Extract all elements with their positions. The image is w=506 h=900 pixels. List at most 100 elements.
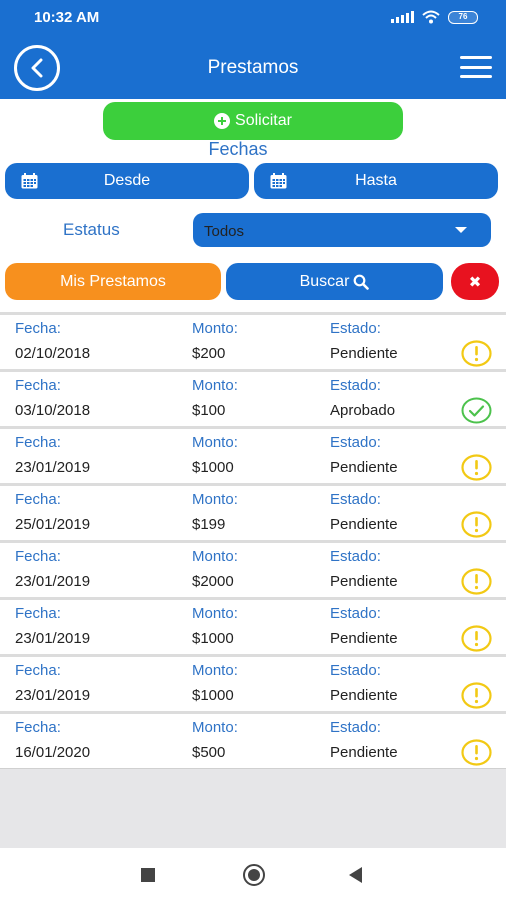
estado-label: Estado: [330,719,381,736]
estado-label: Estado: [330,491,381,508]
warning-icon [461,739,492,766]
warning-icon [461,340,492,367]
fecha-label: Fecha: [15,605,61,622]
status-bar: 10:32 AM 76 [0,0,506,36]
estado-value: Pendiente [330,459,398,476]
loan-row[interactable]: Fecha: Monto: Estado: 23/01/2019 $1000 Pendie… [0,426,506,483]
fecha-value: 16/01/2020 [15,744,91,761]
loan-row[interactable]: Fecha: Monto: Estado: 02/10/2018 $200 Pendien… [0,312,506,369]
monto-label: Monto: [192,491,238,508]
system-back-button[interactable] [349,867,362,883]
calendar-icon [270,173,287,189]
fecha-label: Fecha: [15,548,61,565]
signal-icon [391,11,414,23]
fecha-label: Fecha: [15,434,61,451]
solicitar-button[interactable]: Solicitar [103,102,403,140]
loan-list: Fecha: Monto: Estado: 02/10/2018 $200 Pendien… [0,312,506,768]
estado-value: Aprobado [330,402,396,419]
loan-row[interactable]: Fecha: Monto: Estado: 23/01/2019 $1000 Pendie… [0,654,506,711]
status-time: 10:32 AM [34,9,100,26]
monto-value: $1000 [192,459,234,476]
monto-label: Monto: [192,605,238,622]
home-button[interactable] [243,864,265,886]
monto-label: Monto: [192,548,238,565]
close-icon: ✖ [468,273,482,291]
check-icon [461,397,492,424]
warning-icon [461,511,492,538]
estado-value: Pendiente [330,516,398,533]
buscar-label: Buscar [299,272,350,290]
mis-prestamos-label: Mis Prestamos [60,272,166,290]
fecha-value: 23/01/2019 [15,687,91,704]
monto-label: Monto: [192,320,238,337]
hasta-label: Hasta [355,172,397,189]
battery-icon: 76 [448,10,478,24]
estado-value: Pendiente [330,573,398,590]
monto-value: $100 [192,402,226,419]
solicitar-label: Solicitar [235,112,292,129]
estado-label: Estado: [330,662,381,679]
warning-icon [461,568,492,595]
hamburger-icon-line [460,75,492,78]
desde-date-button[interactable]: Desde [5,163,249,199]
monto-value: $500 [192,744,226,761]
warning-icon [461,454,492,481]
clear-filter-button[interactable]: ✖ [451,263,499,300]
monto-value: $200 [192,345,226,362]
loan-row[interactable]: Fecha: Monto: Estado: 23/01/2019 $1000 Pendie… [0,597,506,654]
fecha-value: 25/01/2019 [15,516,91,533]
estatus-selected-value: Todos [204,223,245,240]
estado-label: Estado: [330,548,381,565]
fecha-label: Fecha: [15,377,61,394]
estado-label: Estado: [330,605,381,622]
mis-prestamos-button[interactable]: Mis Prestamos [5,263,221,300]
fecha-value: 23/01/2019 [15,573,91,590]
estado-label: Estado: [330,377,381,394]
estado-value: Pendiente [330,345,398,362]
fechas-heading: Fechas [208,139,268,159]
calendar-icon [21,173,38,189]
monto-value: $199 [192,516,226,533]
app-header: Prestamos [0,36,506,99]
estatus-label: Estatus [63,220,120,239]
loan-row[interactable]: Fecha: Monto: Estado: 25/01/2019 $199 Pendien… [0,483,506,540]
warning-icon [461,682,492,709]
buscar-button[interactable]: Buscar [226,263,443,300]
status-icons: 76 [391,10,478,24]
monto-label: Monto: [192,434,238,451]
page-title: Prestamos [207,57,299,78]
estatus-select[interactable]: Todos [193,213,491,247]
system-nav-bar [0,848,506,900]
loan-row[interactable]: Fecha: Monto: Estado: 23/01/2019 $2000 Pendie… [0,540,506,597]
empty-area [0,768,506,848]
estado-value: Pendiente [330,744,398,761]
menu-button[interactable] [460,56,492,78]
fecha-value: 23/01/2019 [15,630,91,647]
wifi-icon [422,10,440,24]
plus-circle-icon [214,113,231,129]
home-icon [248,869,260,881]
hasta-date-button[interactable]: Hasta [254,163,498,199]
monto-value: $2000 [192,573,234,590]
fecha-value: 23/01/2019 [15,459,91,476]
estado-value: Pendiente [330,687,398,704]
loan-row[interactable]: Fecha: Monto: Estado: 03/10/2018 $100 Aprobad… [0,369,506,426]
monto-label: Monto: [192,377,238,394]
caret-down-icon [455,227,467,233]
hamburger-icon-line [460,56,492,59]
fecha-label: Fecha: [15,320,61,337]
loan-row[interactable]: Fecha: Monto: Estado: 16/01/2020 $500 Pendien… [0,711,506,768]
fecha-label: Fecha: [15,662,61,679]
fecha-value: 03/10/2018 [15,402,91,419]
search-icon [353,274,370,290]
monto-label: Monto: [192,662,238,679]
monto-value: $1000 [192,687,234,704]
fecha-label: Fecha: [15,719,61,736]
fecha-label: Fecha: [15,491,61,508]
warning-icon [461,625,492,652]
estado-value: Pendiente [330,630,398,647]
estado-label: Estado: [330,434,381,451]
recents-button[interactable] [141,868,155,882]
estado-label: Estado: [330,320,381,337]
fecha-value: 02/10/2018 [15,345,91,362]
